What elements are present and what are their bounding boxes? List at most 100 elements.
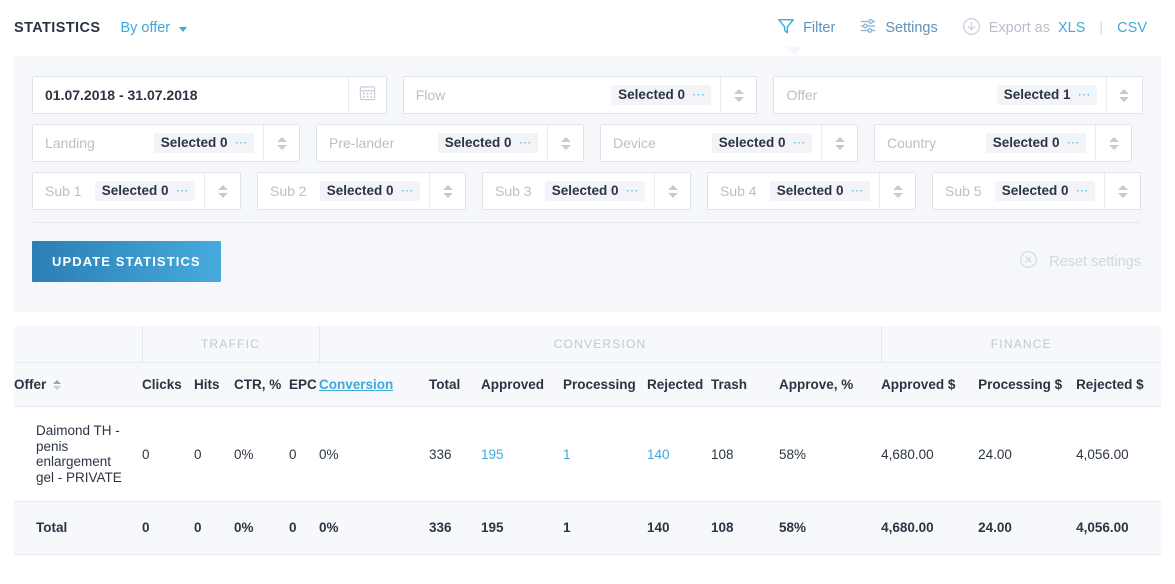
ellipsis-icon[interactable]: ⋯: [401, 184, 415, 197]
column-header-ctr[interactable]: CTR, %: [234, 362, 289, 407]
ellipsis-icon[interactable]: ⋯: [793, 136, 807, 149]
column-header-approved-usd[interactable]: Approved $: [881, 362, 979, 407]
ellipsis-icon[interactable]: ⋯: [692, 88, 706, 101]
chevron-up-icon: [834, 136, 845, 142]
column-header-processing[interactable]: Processing: [563, 362, 647, 407]
filter-field-sub-2[interactable]: Sub 2 Selected 0 ⋯: [257, 172, 466, 210]
cell-rejected[interactable]: 140: [647, 406, 711, 502]
column-header-trash[interactable]: Trash: [711, 362, 779, 407]
filter-field-sub-1[interactable]: Sub 1 Selected 0 ⋯: [32, 172, 241, 210]
filter-row-1: 01.07.2018 - 31.07.2018 Flow Selected 0 …: [32, 76, 1143, 114]
column-header-rejected-usd[interactable]: Rejected $: [1076, 362, 1162, 407]
export-as-label: Export as: [988, 20, 1050, 36]
column-header-total[interactable]: Total: [429, 362, 481, 407]
filter-field-sub-4-main[interactable]: Sub 4 Selected 0 ⋯: [708, 173, 879, 209]
filter-field-sub-5-main[interactable]: Sub 5 Selected 0 ⋯: [933, 173, 1104, 209]
filter-field-sub-3-main[interactable]: Sub 3 Selected 0 ⋯: [483, 173, 654, 209]
ellipsis-icon[interactable]: ⋯: [519, 136, 533, 149]
filter-stepper[interactable]: [1095, 125, 1131, 161]
filter-stepper[interactable]: [429, 173, 465, 209]
ellipsis-icon[interactable]: ⋯: [626, 184, 640, 197]
filter-stepper[interactable]: [1105, 77, 1142, 113]
filter-label: Filter: [803, 20, 836, 36]
cell-hits: 0: [194, 406, 234, 502]
filter-field-offer-main[interactable]: Offer Selected 1 ⋯: [774, 77, 1106, 113]
reset-settings-button[interactable]: Reset settings: [1019, 250, 1141, 273]
date-range-value[interactable]: 01.07.2018 - 31.07.2018: [33, 77, 348, 113]
reset-settings-label: Reset settings: [1049, 253, 1141, 270]
column-header-approve-pct[interactable]: Approve, %: [779, 362, 882, 407]
column-header-offer[interactable]: Offer: [14, 362, 142, 407]
export-csv-link[interactable]: CSV: [1117, 20, 1147, 36]
filter-field-sub-3[interactable]: Sub 3 Selected 0 ⋯: [482, 172, 691, 210]
cell-total-rejected: 140: [647, 501, 711, 555]
filter-stepper[interactable]: [879, 173, 915, 209]
filter-stepper[interactable]: [547, 125, 583, 161]
chevron-down-icon: [834, 144, 845, 150]
column-header-clicks[interactable]: Clicks: [142, 362, 194, 407]
calendar-button[interactable]: [347, 77, 386, 113]
filter-field-device[interactable]: Device Selected 0 ⋯: [600, 124, 858, 162]
filter-field-landing[interactable]: Landing Selected 0 ⋯: [32, 124, 300, 162]
column-header-conversion-link[interactable]: Conversion: [319, 377, 393, 392]
filter-field-sub-4[interactable]: Sub 4 Selected 0 ⋯: [707, 172, 916, 210]
filter-stepper[interactable]: [204, 173, 240, 209]
filter-selected-group: Selected 0 ⋯: [994, 181, 1095, 201]
chevron-down-icon: [217, 192, 228, 198]
ellipsis-icon[interactable]: ⋯: [1076, 184, 1090, 197]
filter-stepper[interactable]: [821, 125, 857, 161]
filter-field-offer[interactable]: Offer Selected 1 ⋯: [773, 76, 1143, 114]
filter-stepper[interactable]: [654, 173, 690, 209]
filter-placeholder: Sub 5: [945, 183, 982, 199]
cell-total-processing: 1: [563, 501, 647, 555]
chevron-up-icon: [892, 184, 903, 190]
ellipsis-icon[interactable]: ⋯: [851, 184, 865, 197]
filter-placeholder: Flow: [415, 87, 446, 103]
cell-approve-pct: 58%: [779, 406, 882, 502]
filter-stepper[interactable]: [720, 77, 756, 113]
filter-placeholder: Landing: [45, 135, 95, 151]
filter-stepper[interactable]: [263, 125, 299, 161]
ellipsis-icon[interactable]: ⋯: [1077, 88, 1091, 101]
column-header-approved[interactable]: Approved: [481, 362, 563, 407]
filter-field-sub-2-main[interactable]: Sub 2 Selected 0 ⋯: [258, 173, 429, 209]
calendar-icon: [359, 84, 376, 106]
cell-total-trash: 108: [711, 501, 779, 555]
filter-button[interactable]: Filter: [777, 17, 836, 55]
column-header-epc[interactable]: EPC: [289, 362, 319, 407]
filter-field-device-main[interactable]: Device Selected 0 ⋯: [601, 125, 821, 161]
cell-total-clicks: 0: [142, 501, 194, 555]
cell-approved[interactable]: 195: [481, 406, 563, 502]
filter-field-sub-1-main[interactable]: Sub 1 Selected 0 ⋯: [33, 173, 204, 209]
group-by-selector[interactable]: By offer: [120, 20, 188, 36]
filter-field-pre-lander[interactable]: Pre-lander Selected 0 ⋯: [316, 124, 584, 162]
filter-field-pre-lander-main[interactable]: Pre-lander Selected 0 ⋯: [317, 125, 547, 161]
update-statistics-button[interactable]: UPDATE STATISTICS: [32, 241, 221, 282]
settings-button[interactable]: Settings: [859, 17, 938, 39]
filter-stepper[interactable]: [1104, 173, 1140, 209]
filter-placeholder: Sub 2: [270, 183, 307, 199]
date-range-field[interactable]: 01.07.2018 - 31.07.2018: [32, 76, 387, 114]
top-bar-actions: Filter Settings Export as XLS | CSV: [777, 17, 1147, 55]
column-header-hits[interactable]: Hits: [194, 362, 234, 407]
export-group: Export as XLS | CSV: [962, 17, 1147, 40]
filter-field-sub-5[interactable]: Sub 5 Selected 0 ⋯: [932, 172, 1141, 210]
filter-field-country[interactable]: Country Selected 0 ⋯: [874, 124, 1132, 162]
column-header-conversion[interactable]: Conversion: [319, 362, 429, 407]
filter-field-landing-main[interactable]: Landing Selected 0 ⋯: [33, 125, 263, 161]
ellipsis-icon[interactable]: ⋯: [235, 136, 249, 149]
cell-processing[interactable]: 1: [563, 406, 647, 502]
export-xls-link[interactable]: XLS: [1058, 20, 1085, 36]
filter-field-flow[interactable]: Flow Selected 0 ⋯: [402, 76, 758, 114]
filter-placeholder: Pre-lander: [329, 135, 395, 151]
column-header-rejected[interactable]: Rejected: [647, 362, 711, 407]
group-by-label: By offer: [120, 20, 171, 36]
column-header-processing-usd[interactable]: Processing $: [978, 362, 1077, 407]
filter-field-country-main[interactable]: Country Selected 0 ⋯: [875, 125, 1095, 161]
chevron-up-icon: [276, 136, 287, 142]
filter-selected-group: Selected 0 ⋯: [153, 133, 254, 153]
ellipsis-icon[interactable]: ⋯: [1067, 136, 1081, 149]
filter-field-flow-main[interactable]: Flow Selected 0 ⋯: [404, 77, 721, 113]
ellipsis-icon[interactable]: ⋯: [176, 184, 190, 197]
sort-arrows-icon[interactable]: [53, 379, 62, 390]
